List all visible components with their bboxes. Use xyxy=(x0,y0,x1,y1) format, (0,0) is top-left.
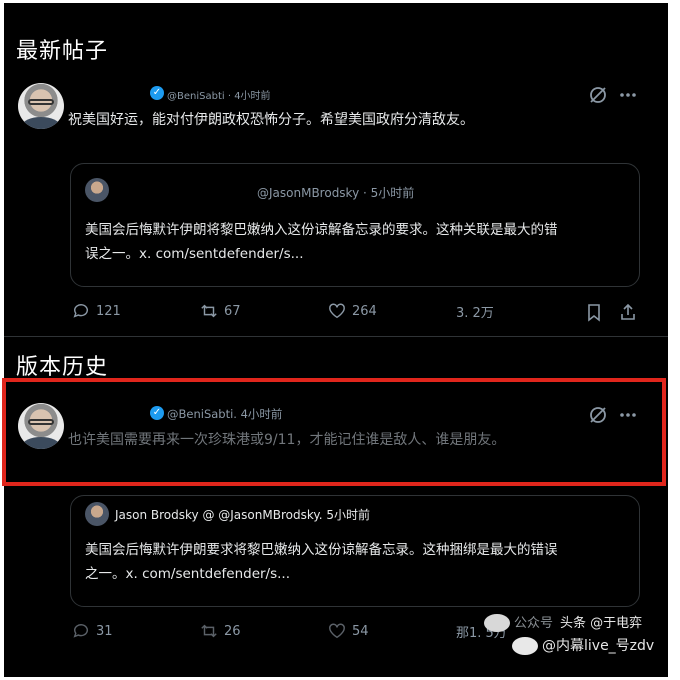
reply-icon xyxy=(73,304,88,318)
like-icon xyxy=(329,623,345,639)
quoted-text-line: 美国会后悔默许伊朗要求将黎巴嫩纳入这份谅解备忘录。这种捆绑是最大的错误 xyxy=(85,542,558,558)
like-button[interactable]: 264 xyxy=(328,302,377,320)
quoted-text-line: 美国会后悔默许伊朗将黎巴嫩纳入这份谅解备忘录的要求。这种关联是最大的错 xyxy=(85,222,558,238)
repost-icon xyxy=(201,304,217,318)
like-button[interactable]: 54 xyxy=(328,622,369,640)
bookmark-icon[interactable] xyxy=(584,302,604,322)
like-count: 264 xyxy=(352,303,377,319)
repost-button[interactable]: 67 xyxy=(200,302,241,320)
quoted-avatar[interactable] xyxy=(85,502,109,526)
weibo-logo-icon xyxy=(512,637,538,655)
reply-button[interactable]: 121 xyxy=(72,302,121,320)
watermark-text: 公众号 xyxy=(514,616,554,631)
quoted-handle-time[interactable]: @JasonMBrodsky · 5小时前 xyxy=(257,184,414,201)
repost-count: 67 xyxy=(224,303,241,319)
quoted-author-handle-time[interactable]: Jason Brodsky @ @JasonMBrodsky. 5小时前 xyxy=(115,506,370,523)
verified-badge-icon: ✓ xyxy=(150,86,164,100)
views-button[interactable]: 3. 2万 xyxy=(456,302,494,321)
reply-icon xyxy=(73,624,88,638)
watermark-text: 头条 @于电弈 xyxy=(560,616,643,631)
post-text: 祝美国好运，能对付伊朗政权恐怖分子。希望美国政府分清敌友。 xyxy=(68,112,474,128)
repost-button[interactable]: 26 xyxy=(200,622,241,640)
views-count: 3. 2万 xyxy=(456,306,494,321)
quoted-text: 美国会后悔默许伊朗将黎巴嫩纳入这份谅解备忘录的要求。这种关联是最大的错 误之一。… xyxy=(85,218,630,266)
more-icon[interactable] xyxy=(618,85,638,105)
wechat-logo-icon xyxy=(484,614,510,632)
watermark-text: @内幕live_号zdv xyxy=(542,638,655,654)
repost-icon xyxy=(201,624,217,638)
version-history-title: 版本历史 xyxy=(16,355,109,380)
highlight-frame xyxy=(2,378,666,486)
reply-button[interactable]: 31 xyxy=(72,622,113,640)
screenshot-page: 最新帖子 ✓ @BeniSabti · 4小时前 祝美国好运，能对付伊朗政权恐怖… xyxy=(4,3,668,677)
quoted-post-card[interactable]: @JasonMBrodsky · 5小时前 美国会后悔默许伊朗将黎巴嫩纳入这份谅… xyxy=(70,163,640,287)
quoted-post-card[interactable]: Jason Brodsky @ @JasonMBrodsky. 5小时前 美国会… xyxy=(70,495,640,607)
like-icon xyxy=(329,303,345,319)
reply-count: 121 xyxy=(96,303,121,319)
quoted-avatar[interactable] xyxy=(85,178,109,202)
latest-posts-title: 最新帖子 xyxy=(16,39,109,64)
repost-count: 26 xyxy=(224,623,241,639)
post-handle-time[interactable]: @BeniSabti · 4小时前 xyxy=(167,87,271,102)
quoted-text-line: 之一。x. com/sentdefender/s... xyxy=(85,566,291,582)
like-count: 54 xyxy=(352,623,369,639)
avatar[interactable] xyxy=(18,83,64,129)
quoted-text: 美国会后悔默许伊朗要求将黎巴嫩纳入这份谅解备忘录。这种捆绑是最大的错误 之一。x… xyxy=(85,538,630,586)
reply-count: 31 xyxy=(96,623,113,639)
section-divider xyxy=(4,336,668,337)
share-icon[interactable] xyxy=(618,302,638,322)
quoted-text-line: 误之一。x. com/sentdefender/s... xyxy=(85,246,304,262)
grok-icon[interactable] xyxy=(588,85,608,105)
